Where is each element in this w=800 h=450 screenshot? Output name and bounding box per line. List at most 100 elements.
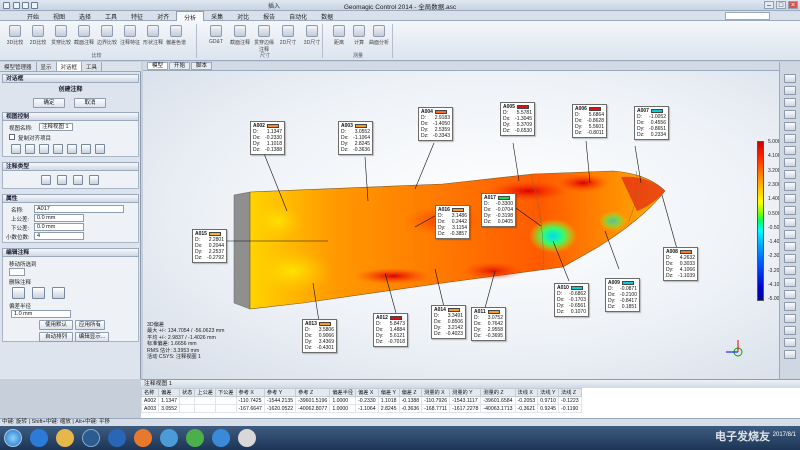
annotation-callout[interactable]: A004 D: 2.9183 Dx: -1.4050 Dy: 2.5359 Dz: -0.334… xyxy=(418,107,453,141)
minimize-button[interactable]: – xyxy=(764,1,774,9)
table-header-cell[interactable]: 偏差 X xyxy=(355,388,379,397)
side-tool-icon-23[interactable] xyxy=(784,350,796,359)
upper-tol-field[interactable]: 0.0 mm xyxy=(34,214,84,222)
table-header-cell[interactable]: 测量的 X xyxy=(421,388,451,397)
view-control-header[interactable]: 视图控制 xyxy=(2,112,139,121)
left-tab-1[interactable]: 显示 xyxy=(37,62,57,71)
decimal-stepper[interactable]: 4 xyxy=(34,232,84,240)
annotation-callout[interactable]: A008 D: 4.2632 Dx: 0.3033 Dy: 4.1066 Dz: -1.1039 xyxy=(663,247,698,281)
table-header-cell[interactable]: 偏差半径 xyxy=(329,388,357,397)
firefox-icon[interactable] xyxy=(134,429,152,447)
menu-10[interactable]: 自动化 xyxy=(282,11,314,21)
annotation-callout[interactable]: A006 D: 5.6864 Dx: -0.8628 Dy: 5.5601 Dz: -0.801… xyxy=(572,104,607,138)
table-header-cell[interactable]: 上公差 xyxy=(194,388,216,397)
clock[interactable]: 2017/8/1 xyxy=(773,432,796,439)
q-app-icon[interactable] xyxy=(212,429,230,447)
side-tool-icon-15[interactable] xyxy=(784,254,796,263)
view-tool-icon-3[interactable] xyxy=(39,144,49,154)
side-tool-icon-2[interactable] xyxy=(784,98,796,107)
table-row[interactable]: A003 3.0552 -167.6647 -1620.0522 -40062.8077… xyxy=(141,404,582,413)
annotation-callout[interactable]: A005 D: 5.5781 Dx: -1.3045 Dy: 5.3709 Dz: -0.653… xyxy=(500,102,535,136)
folder-icon[interactable] xyxy=(56,429,74,447)
table-header-cell[interactable]: 参考 Z xyxy=(295,388,331,397)
deviation-radius-field[interactable]: 1.0 mm xyxy=(11,310,71,318)
annotation-callout[interactable]: A013 D: 3.5806 Dx: 0.9066 Dy: 3.4369 Dz: -0.4301 xyxy=(302,319,337,353)
side-tool-icon-6[interactable] xyxy=(784,146,796,155)
table-header-cell[interactable]: 测量的 Z xyxy=(480,388,516,397)
side-tool-icon-12[interactable] xyxy=(784,218,796,227)
region-annotation-icon[interactable] xyxy=(57,175,67,185)
menu-11[interactable]: 数据 xyxy=(314,11,340,21)
edge-annotation-icon[interactable] xyxy=(89,175,99,185)
annotation-callout[interactable]: A017 D: -0.3300 Dx: -0.0704 Dy: -0.3198 Dz: 0.04… xyxy=(481,193,516,227)
left-tab-2[interactable]: 对话框 xyxy=(56,62,83,71)
side-tool-icon-11[interactable] xyxy=(784,206,796,215)
side-tool-icon-3[interactable] xyxy=(784,110,796,119)
k-app-icon[interactable] xyxy=(108,429,126,447)
mid_group-btn-3[interactable]: 2D尺寸 xyxy=(277,25,299,46)
mid_group-btn-1[interactable]: 截面注释 xyxy=(229,25,251,46)
annotation-callout[interactable]: A011 D: 3.0752 Dx: 0.7642 Dy: 2.9558 Dz: -0.3695 xyxy=(471,307,506,341)
arrange-icon-1[interactable] xyxy=(12,287,25,299)
table-header-cell[interactable]: 偏差 Y xyxy=(377,388,400,397)
chrome-icon[interactable] xyxy=(186,429,204,447)
apply-all-button[interactable]: 应用所有 xyxy=(75,320,105,330)
menu-3[interactable]: 工具 xyxy=(98,11,124,21)
mid_group-btn-4[interactable]: 3D尺寸 xyxy=(301,25,323,46)
side-tool-icon-0[interactable] xyxy=(784,74,796,83)
view-name-select[interactable]: 注释视图 1 xyxy=(39,123,73,131)
view-tab-1[interactable]: 开始 xyxy=(169,62,191,70)
table-header-cell[interactable]: 法线 Y xyxy=(537,388,560,397)
menu-2[interactable]: 选择 xyxy=(72,11,98,21)
left_group-btn-3[interactable]: 截面注释 xyxy=(73,25,95,46)
annotation-callout[interactable]: A009 D: -0.0871 Dx: -0.2100 Dy: -0.8417 Dz: 0.18… xyxy=(605,278,640,312)
left_group-btn-6[interactable]: 形状注释 xyxy=(142,25,164,46)
view-tool-icon-6[interactable] xyxy=(81,144,91,154)
table-header-cell[interactable]: 下公差 xyxy=(214,388,237,397)
left_group-btn-2[interactable]: 贯穿比较 xyxy=(50,25,72,46)
cancel-button[interactable]: 取消 xyxy=(74,98,106,108)
table-header-cell[interactable]: 名称 xyxy=(141,388,160,397)
point-annotation-icon[interactable] xyxy=(41,175,51,185)
auto-arrange-button[interactable]: 自动排列 xyxy=(39,332,73,342)
section-annotation-icon[interactable] xyxy=(73,175,83,185)
copy-align-checkbox[interactable] xyxy=(9,134,15,140)
side-tool-icon-19[interactable] xyxy=(784,302,796,311)
annotation-callout[interactable]: A003 D: 3.0552 Dx: -1.1064 Dy: 2.8245 Dz: -0.363… xyxy=(338,121,373,155)
menu-9[interactable]: 报告 xyxy=(256,11,282,21)
view-tool-icon-5[interactable] xyxy=(67,144,77,154)
annotation-callout[interactable]: A016 D: 3.1486 Dx: 0.2442 Dy: 3.1154 Dz: -0.3857 xyxy=(435,205,470,239)
side-tool-icon-22[interactable] xyxy=(784,338,796,347)
move-to-select[interactable] xyxy=(9,268,25,276)
right_group-btn-0[interactable]: 距离 xyxy=(328,25,350,46)
view-tool-icon-2[interactable] xyxy=(25,144,35,154)
side-tool-icon-7[interactable] xyxy=(784,158,796,167)
ie-icon[interactable] xyxy=(30,429,48,447)
table-row[interactable]: A002 1.1347 -110.7425 -1544.2135 -39601.5196… xyxy=(141,396,582,405)
media-icon[interactable] xyxy=(82,429,100,447)
left_group-btn-7[interactable]: 偏差色谱 xyxy=(165,25,187,46)
side-tool-icon-10[interactable] xyxy=(784,194,796,203)
side-tool-icon-21[interactable] xyxy=(784,326,796,335)
view-tool-icon-4[interactable] xyxy=(53,144,63,154)
attribute-header[interactable]: 属性 xyxy=(2,194,139,203)
side-tool-icon-20[interactable] xyxy=(784,314,796,323)
annotation-type-header[interactable]: 注释类型 xyxy=(2,162,139,171)
edit-annotation-header[interactable]: 编辑注释 xyxy=(2,248,139,257)
view-tab-2[interactable]: 脚本 xyxy=(191,62,213,70)
left_group-btn-5[interactable]: 注释特征 xyxy=(119,25,141,46)
menu-0[interactable]: 开始 xyxy=(20,11,46,21)
table-header-cell[interactable]: 测量的 Y xyxy=(449,388,482,397)
annotation-callout[interactable]: A007 D: -1.0052 Dx: 0.4556 Dy: -0.8651 Dz: 0.233… xyxy=(634,106,669,140)
table-header-cell[interactable]: 参考 X xyxy=(235,388,265,397)
right_group-btn-2[interactable]: 曲面分析 xyxy=(368,25,390,46)
menu-7[interactable]: 采集 xyxy=(204,11,230,21)
annotation-callout[interactable]: A015 D: 2.2801 Dx: 0.2044 Dy: 2.2537 Dz: -0.2792 xyxy=(192,229,227,263)
table-header-cell[interactable]: 参考 Y xyxy=(263,388,297,397)
edit-display-button[interactable]: 编辑显示... xyxy=(75,332,109,342)
side-tool-icon-8[interactable] xyxy=(784,170,796,179)
side-tool-icon-16[interactable] xyxy=(784,266,796,275)
menu-8[interactable]: 对比 xyxy=(230,11,256,21)
menu-5[interactable]: 对齐 xyxy=(150,11,176,21)
table-header-cell[interactable]: 偏差 Z xyxy=(398,388,423,397)
